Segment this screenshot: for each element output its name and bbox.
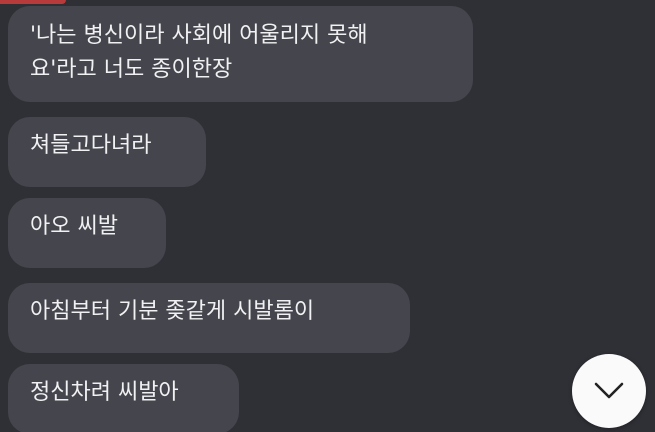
message-bubble[interactable]: '나는 병신이라 사회에 어울리지 못해 요'라고 너도 종이한장 [8,6,473,102]
message-text: 정신차려 씨발아 [30,380,179,405]
message-bubble[interactable]: 정신차려 씨발아 [8,364,239,432]
message-text: 아침부터 기분 좆같게 시발롬이 [30,299,315,324]
message-bubble[interactable]: 아침부터 기분 좆같게 시발롬이 [8,283,410,353]
scroll-to-bottom-button[interactable] [572,354,646,428]
message-bubble[interactable]: 아오 씨발 [8,198,166,268]
message-text: 요'라고 너도 종이한장 [30,57,233,82]
message-text: '나는 병신이라 사회에 어울리지 못해 [30,23,368,48]
message-text: 쳐들고다녀라 [30,133,152,158]
chevron-down-icon [594,382,624,399]
message-text: 아오 씨발 [30,214,118,239]
message-bubble[interactable]: 쳐들고다녀라 [8,117,206,187]
chat-screen: '나는 병신이라 사회에 어울리지 못해 요'라고 너도 종이한장 쳐들고다녀라… [0,0,655,432]
top-accent-bar [0,0,66,4]
